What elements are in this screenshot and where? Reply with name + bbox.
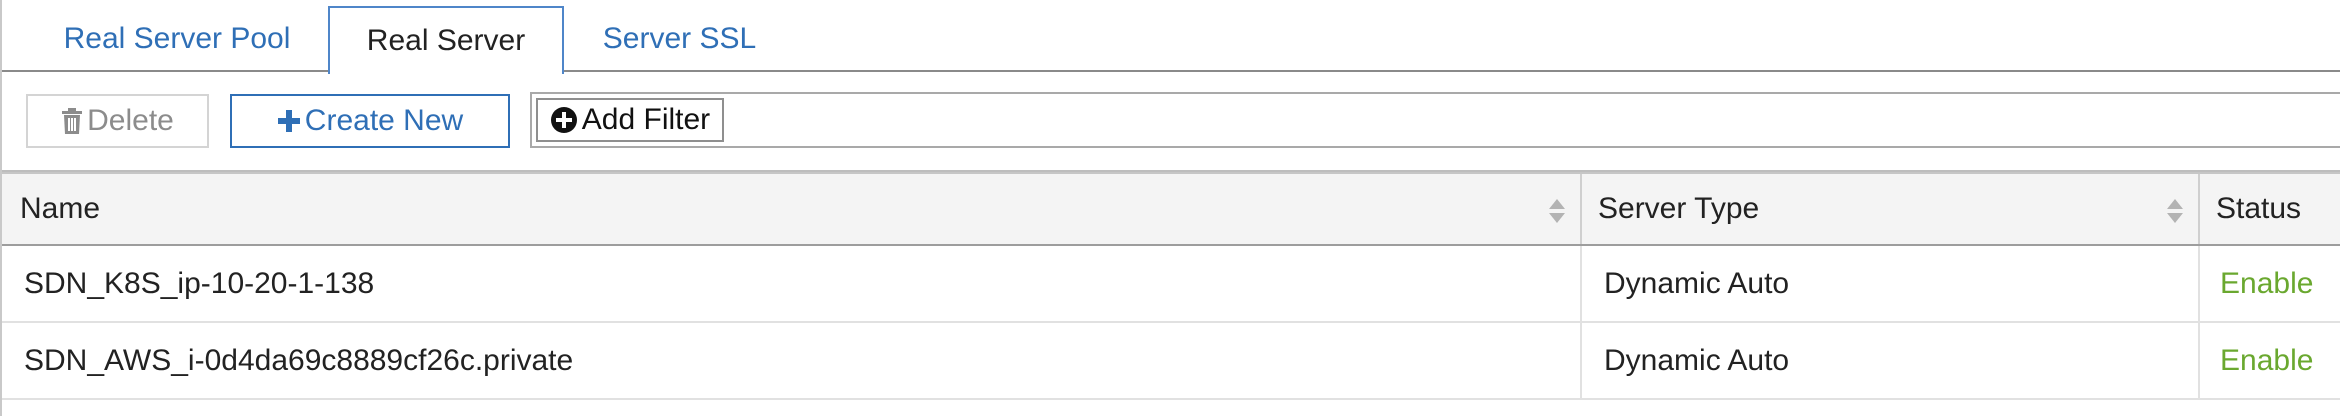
column-header-label: Server Type (1598, 192, 1760, 225)
tab-label: Server SSL (602, 22, 757, 55)
cell-server-type: Dynamic Auto (1582, 323, 2200, 398)
add-filter-button[interactable]: Add Filter (536, 98, 724, 142)
tab-real-server-pool[interactable]: Real Server Pool (32, 6, 322, 72)
column-header-status[interactable]: Status (2200, 174, 2340, 244)
filter-bar[interactable]: Add Filter (530, 92, 2340, 148)
trash-icon (61, 108, 83, 134)
plus-circle-icon (550, 106, 578, 134)
sort-icon[interactable] (1548, 198, 1566, 224)
cell-name: SDN_AWS_i-0d4da69c8889cf26c.private (2, 323, 1582, 398)
sort-icon[interactable] (2166, 198, 2184, 224)
plus-icon (277, 109, 301, 133)
create-new-label: Create New (304, 104, 464, 137)
column-header-server-type[interactable]: Server Type (1582, 174, 2200, 244)
table-header: Name Server Type Status (2, 172, 2340, 246)
column-header-label: Name (20, 192, 101, 225)
tab-label: Real Server Pool (63, 22, 291, 55)
real-server-page: Real Server Pool Real Server Server SSL … (0, 0, 2340, 416)
add-filter-label: Add Filter (581, 103, 711, 136)
delete-button[interactable]: Delete (26, 94, 209, 148)
tab-real-server[interactable]: Real Server (328, 6, 564, 74)
cell-status: Enable (2220, 343, 2314, 377)
cell-status: Enable (2220, 266, 2314, 300)
tab-label: Real Server (366, 24, 526, 57)
tab-server-ssl[interactable]: Server SSL (572, 6, 787, 72)
delete-label: Delete (87, 104, 174, 137)
cell-server-type: Dynamic Auto (1582, 246, 2200, 321)
column-header-label: Status (2216, 192, 2302, 225)
table-row[interactable]: SDN_K8S_ip-10-20-1-138 Dynamic Auto Enab… (2, 246, 2340, 323)
tab-bar: Real Server Pool Real Server Server SSL (2, 0, 2340, 74)
column-header-name[interactable]: Name (2, 174, 1582, 244)
table-row[interactable]: SDN_AWS_i-0d4da69c8889cf26c.private Dyna… (2, 323, 2340, 400)
toolbar: Delete Create New Add Filter (2, 74, 2340, 172)
create-new-button[interactable]: Create New (230, 94, 510, 148)
cell-name: SDN_K8S_ip-10-20-1-138 (2, 246, 1582, 321)
real-server-table: Name Server Type Status SDN_K8S_ip-10-20… (2, 172, 2340, 400)
